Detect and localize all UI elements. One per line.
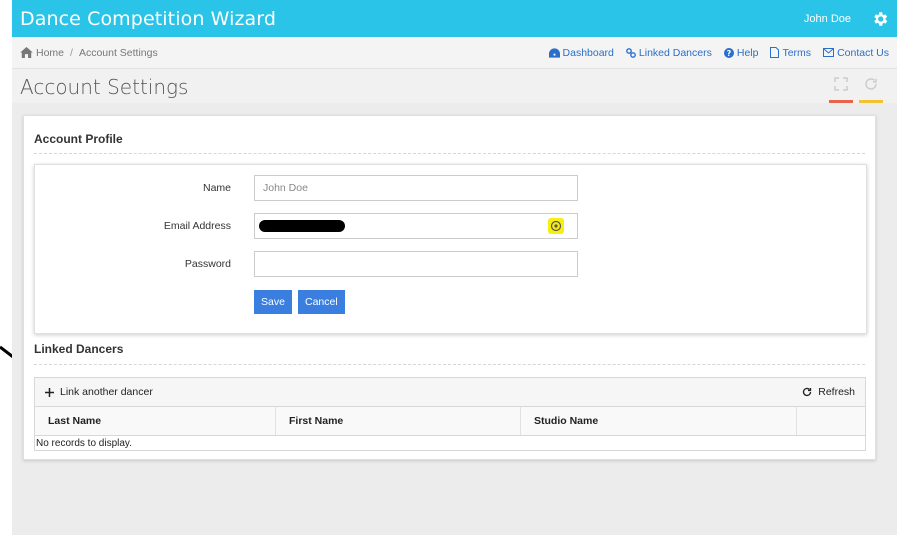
link-dancer-button[interactable]: Link another dancer [45,386,153,398]
cancel-button[interactable]: Cancel [298,290,345,314]
refresh-button-bar [859,100,883,103]
app-title[interactable]: Dance Competition Wizard [20,8,804,30]
breadcrumb-current: Account Settings [78,46,158,59]
svg-text:?: ? [727,49,732,58]
plus-icon [45,387,54,397]
breadcrumb-bar: Home / Account Settings Dashboard Linked… [12,37,897,69]
nav-terms[interactable]: Terms [770,47,811,59]
target-icon[interactable] [548,218,564,234]
email-field[interactable] [254,213,578,239]
nav-linked-dancers-label: Linked Dancers [638,46,712,59]
email-redaction [259,220,345,232]
section-divider [34,153,865,154]
top-bar: Dance Competition Wizard John Doe [12,0,897,37]
grid-refresh-label: Refresh [818,386,855,398]
grid-header-row: Last Name First Name Studio Name [35,407,865,436]
linked-dancers-heading: Linked Dancers [34,342,124,356]
help-icon: ? [723,47,734,58]
column-header-first-name[interactable]: First Name [276,407,521,435]
document-icon [770,47,780,58]
dashboard-icon [548,47,560,58]
expand-icon [834,77,848,91]
column-header-last-name[interactable]: Last Name [35,407,276,435]
user-name[interactable]: John Doe [804,13,851,25]
refresh-icon [803,387,812,397]
column-header-studio-name[interactable]: Studio Name [521,407,797,435]
nav-contact-us-label: Contact Us [837,46,889,59]
name-field-value: John Doe [263,182,308,194]
empty-message: No records to display. [36,438,132,449]
account-profile-heading: Account Profile [34,132,123,146]
nav-dashboard-label: Dashboard [562,46,614,59]
title-bar: Account Settings [12,69,897,103]
breadcrumb-home[interactable]: Home [36,47,64,59]
refresh-page-button[interactable] [859,77,883,103]
breadcrumb: Home / Account Settings [20,47,549,59]
password-field[interactable] [254,251,578,277]
app-window: Dance Competition Wizard John Doe Home /… [12,0,897,535]
save-button[interactable]: Save [254,290,292,314]
link-dancer-label: Link another dancer [60,386,153,398]
section-divider [34,364,865,365]
nav-help[interactable]: ? Help [723,46,759,59]
name-field[interactable]: John Doe [254,175,578,201]
home-icon[interactable] [20,47,33,58]
expand-button[interactable] [829,77,853,103]
link-icon [625,47,636,58]
column-header-actions [797,407,865,435]
expand-button-bar [829,100,853,103]
top-nav: Dashboard Linked Dancers ? Help Terms Co… [548,46,889,59]
breadcrumb-separator: / [70,46,73,59]
gear-icon[interactable] [871,10,889,28]
profile-form: Name John Doe Email Address Password Sav… [34,164,867,334]
nav-linked-dancers[interactable]: Linked Dancers [625,46,712,59]
name-label: Name [202,182,231,194]
grid-toolbar: Link another dancer Refresh [35,378,865,407]
linked-dancers-grid: Link another dancer Refresh Last Name Fi… [34,377,866,451]
password-label: Password [184,258,231,270]
nav-help-label: Help [736,46,759,59]
nav-dashboard[interactable]: Dashboard [548,46,614,59]
refresh-icon [865,78,877,90]
nav-contact-us[interactable]: Contact Us [823,47,889,59]
settings-panel: Account Profile Name John Doe Email Addr… [23,115,876,460]
grid-refresh-button[interactable]: Refresh [802,386,855,398]
nav-terms-label: Terms [782,46,812,59]
mail-icon [823,48,835,57]
email-label: Email Address [163,220,231,232]
page-title: Account Settings [20,75,189,99]
